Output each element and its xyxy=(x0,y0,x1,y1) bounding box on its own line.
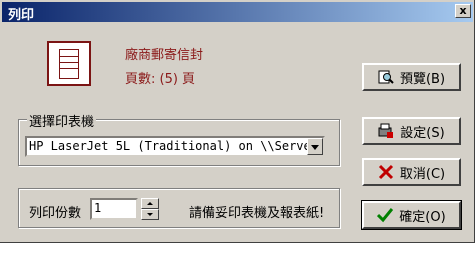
cancel-label: 取消(C) xyxy=(399,166,446,182)
spin-down-icon[interactable] xyxy=(141,209,159,220)
ok-label: 確定(O) xyxy=(399,209,446,225)
printer-select-value: HP LaserJet 5L (Traditional) on \\Server xyxy=(29,139,318,153)
preview-button[interactable]: 預覽(B) xyxy=(362,63,461,91)
copies-group: 列印份數 1 請備妥印表機及報表紙! xyxy=(18,188,340,228)
printer-group-label: 選擇印表機 xyxy=(27,111,97,130)
printer-select[interactable]: HP LaserJet 5L (Traditional) on \\Server xyxy=(25,136,325,157)
print-dialog: 列印 x 廠商郵寄信封 頁數: (5) 頁 選擇印表機 HP LaserJet … xyxy=(0,0,475,243)
ok-button[interactable]: 確定(O) xyxy=(361,200,462,230)
title-bar[interactable]: 列印 x xyxy=(2,2,473,23)
copies-value: 1 xyxy=(94,201,102,215)
document-icon xyxy=(47,41,91,86)
printer-group: 選擇印表機 HP LaserJet 5L (Traditional) on \\… xyxy=(18,111,340,166)
spin-up-icon[interactable] xyxy=(141,198,159,209)
copies-label: 列印份數 xyxy=(29,206,82,221)
dropdown-arrow-icon[interactable] xyxy=(307,138,323,155)
window-title: 列印 xyxy=(8,8,35,23)
printer-hint: 請備妥印表機及報表紙! xyxy=(189,206,325,221)
page-count: 頁數: (5) 頁 xyxy=(125,72,196,87)
setup-label: 設定(S) xyxy=(400,125,445,141)
checkmark-icon xyxy=(377,207,394,223)
copies-input[interactable]: 1 xyxy=(90,198,138,220)
cancel-button[interactable]: 取消(C) xyxy=(362,158,461,186)
x-icon xyxy=(378,164,394,180)
preview-label: 預覽(B) xyxy=(399,71,446,87)
printer-setup-icon xyxy=(378,123,394,139)
close-button[interactable]: x xyxy=(455,4,471,18)
magnifier-icon xyxy=(378,69,394,85)
copies-spinner[interactable] xyxy=(141,198,159,220)
report-name: 廠商郵寄信封 xyxy=(125,48,204,63)
setup-button[interactable]: 設定(S) xyxy=(362,117,461,145)
